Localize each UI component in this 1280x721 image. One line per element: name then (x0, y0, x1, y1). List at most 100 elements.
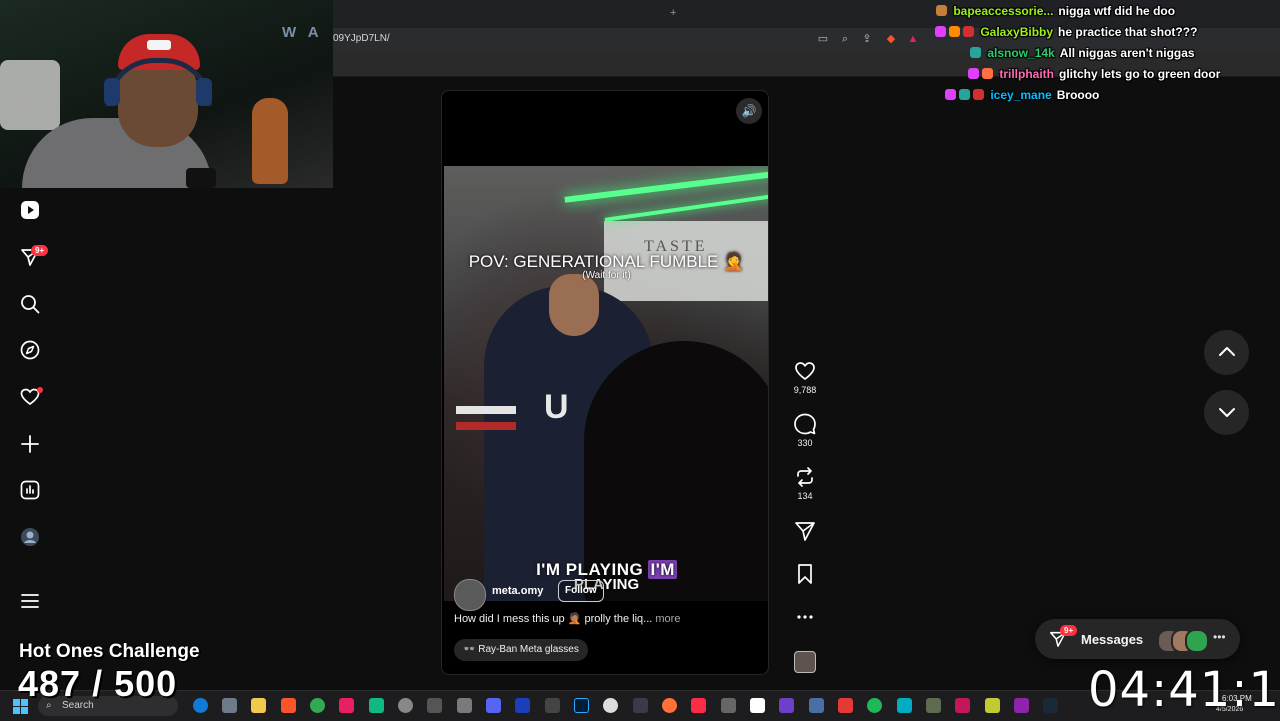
chrome-icon[interactable] (310, 698, 325, 713)
search-icon (21, 295, 40, 314)
chat-username: trillphaith (999, 67, 1055, 81)
chat-text: he practice that shot??? (1058, 25, 1198, 39)
chat-text: Broooo (1056, 88, 1100, 102)
gift-badge-icon (963, 26, 974, 37)
like-button[interactable]: 9,788 (792, 360, 818, 395)
subscriber-badge-icon (935, 26, 946, 37)
brave-rewards-icon[interactable]: ▲ (907, 33, 919, 45)
chat-message: icey_mane Broooo (945, 88, 1099, 108)
facepalm-emoji: 🤦 (723, 252, 745, 271)
app-icon[interactable] (926, 698, 941, 713)
app-icon[interactable] (545, 698, 560, 713)
previous-reel-button[interactable] (1204, 330, 1249, 375)
reels-nav-button[interactable] (20, 200, 40, 220)
settings-icon[interactable] (222, 698, 237, 713)
vegas-icon[interactable] (515, 698, 530, 713)
steam-icon[interactable] (1043, 698, 1058, 713)
description-text: How did I mess this up 🤦🏽 prolly the liq… (454, 613, 653, 625)
new-tab-button[interactable]: + (670, 7, 676, 19)
app-icon[interactable] (955, 698, 970, 713)
obs-icon[interactable] (398, 698, 413, 713)
messages-label: Messages (1081, 632, 1144, 647)
jersey-stripe-red (456, 422, 516, 430)
repost-button[interactable]: 134 (792, 466, 818, 501)
headset-ear-right (196, 78, 212, 106)
webcam-overlay-text: W A (282, 24, 323, 41)
chevron-down-icon (1218, 408, 1235, 417)
chat-badge-icon (949, 26, 960, 37)
headset-ear-left (104, 78, 120, 106)
brave-icon[interactable] (281, 698, 296, 713)
comment-button[interactable]: 330 (792, 413, 818, 448)
ellipsis-icon: ••• (1213, 630, 1226, 644)
app-icon[interactable] (779, 698, 794, 713)
capcut-icon[interactable] (750, 698, 765, 713)
discord-icon[interactable] (486, 698, 501, 713)
app-icon[interactable] (985, 698, 1000, 713)
messages-button[interactable]: 9+ Messages ••• (1035, 619, 1240, 659)
save-button[interactable] (792, 563, 818, 585)
more-menu-button[interactable] (20, 591, 40, 611)
explore-icon (20, 340, 40, 360)
repost-count: 134 (797, 491, 813, 501)
dashboard-nav-button[interactable] (20, 480, 40, 500)
cast-icon[interactable]: ▭ (817, 33, 829, 45)
share-icon[interactable]: ⇪ (861, 33, 873, 45)
sound-toggle-button[interactable]: 🔊 (736, 98, 762, 124)
share-button[interactable] (792, 520, 818, 542)
app-icon[interactable] (721, 698, 736, 713)
app-icon[interactable] (838, 698, 853, 713)
app-icon[interactable] (603, 698, 618, 713)
app-icon[interactable] (427, 698, 442, 713)
app-icon[interactable] (633, 698, 648, 713)
zoom-icon[interactable]: ⌕ (839, 33, 851, 45)
chat-message: bapeaccessorie... nigga wtf did he doo (936, 4, 1175, 24)
search-nav-button[interactable] (20, 294, 40, 314)
author-avatar[interactable] (454, 579, 486, 611)
firefox-icon[interactable] (662, 698, 677, 713)
chat-message: trillphaith glitchy lets go to green door (968, 67, 1220, 87)
gift-badge-icon (973, 89, 984, 100)
create-nav-button[interactable] (20, 434, 40, 454)
nav-messages-badge: 9+ (31, 245, 49, 256)
app-icon[interactable] (457, 698, 472, 713)
app-icon[interactable] (809, 698, 824, 713)
url-text[interactable]: 09YJpD7LN/ (333, 33, 390, 44)
more-options-button[interactable] (792, 606, 818, 628)
more-link[interactable]: more (655, 613, 680, 625)
file-explorer-icon[interactable] (251, 698, 266, 713)
dashboard-icon (20, 480, 40, 500)
webcam-background (0, 60, 60, 130)
app-icon[interactable] (339, 698, 354, 713)
plus-icon (21, 435, 39, 453)
app-icon[interactable] (369, 698, 384, 713)
kangaroo-figure (252, 98, 288, 184)
explore-nav-button[interactable] (20, 340, 40, 360)
chat-badge-icon (970, 47, 981, 58)
subscriber-badge-icon (968, 68, 979, 79)
reel-video[interactable]: TASTE U POV: GENERATIONAL FUMBLE 🤦 (Wait… (444, 166, 768, 601)
chat-username: icey_mane (990, 88, 1052, 102)
reel-title-text: POV: GENERATIONAL FUMBLE (468, 252, 719, 271)
reels-icon (21, 201, 39, 219)
app-icon[interactable] (897, 698, 912, 713)
app-icon[interactable] (1014, 698, 1029, 713)
music-icon[interactable] (691, 698, 706, 713)
edge-icon[interactable] (193, 698, 208, 713)
bookmark-icon (798, 564, 812, 584)
photoshop-icon[interactable] (574, 698, 589, 713)
webcam-feed: W A (0, 0, 333, 188)
product-tag[interactable]: 👓 Ray-Ban Meta glasses (454, 639, 588, 661)
next-reel-button[interactable] (1204, 390, 1249, 435)
author-username[interactable]: meta.omy (492, 585, 543, 597)
brave-shield-icon[interactable]: ◆ (885, 33, 897, 45)
spotify-icon[interactable] (867, 698, 882, 713)
reel-card: 🔊 TASTE U POV: GENERATIONAL FUMBLE 🤦 (Wa… (441, 90, 769, 675)
chevron-up-icon (1218, 347, 1235, 356)
chat-badge-icon (959, 89, 970, 100)
audio-thumbnail[interactable] (794, 651, 816, 673)
reel-description: How did I mess this up 🤦🏽 prolly the liq… (454, 612, 680, 625)
profile-nav-button[interactable] (20, 527, 40, 547)
follow-button[interactable]: Follow (558, 580, 604, 602)
chat-badge-icon (982, 68, 993, 79)
